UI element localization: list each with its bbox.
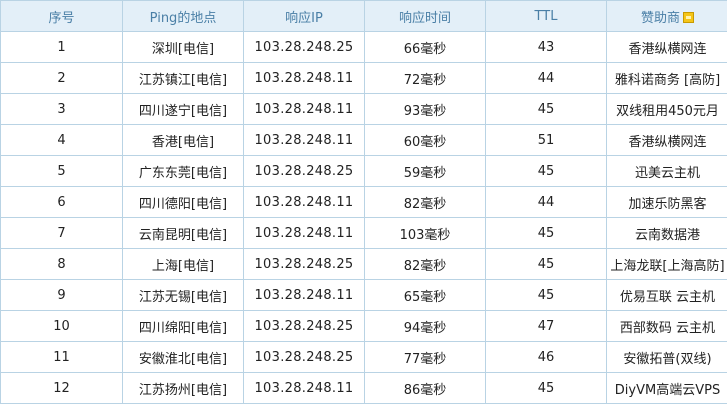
row-sponsor-link[interactable]: 加速乐防黑客 xyxy=(606,186,727,218)
row-response-time: 59毫秒 xyxy=(364,155,486,187)
row-ip: 103.28.248.11 xyxy=(243,186,365,218)
row-location: 深圳[电信] xyxy=(122,31,244,63)
row-location: 四川德阳[电信] xyxy=(122,186,244,218)
row-index: 8 xyxy=(0,248,123,280)
row-index: 9 xyxy=(0,279,123,311)
row-location: 广东东莞[电信] xyxy=(122,155,244,187)
row-ttl: 44 xyxy=(485,62,607,94)
header-sponsor: 赞助商 xyxy=(606,0,727,32)
row-sponsor-link[interactable]: 云南数据港 xyxy=(606,217,727,249)
table-row: 8 上海[电信] 103.28.248.25 82毫秒 45 上海龙联[上海高防] xyxy=(0,248,727,280)
header-ttl: TTL xyxy=(485,0,607,32)
row-sponsor-link[interactable]: 上海龙联[上海高防] xyxy=(606,248,727,280)
info-icon[interactable] xyxy=(683,11,694,23)
row-index: 12 xyxy=(0,372,123,404)
row-ttl: 45 xyxy=(485,155,607,187)
row-response-time: 66毫秒 xyxy=(364,31,486,63)
row-index: 5 xyxy=(0,155,123,187)
row-ip: 103.28.248.25 xyxy=(243,310,365,342)
row-sponsor-link[interactable]: 雅科诺商务 [高防] xyxy=(606,62,727,94)
row-sponsor-link[interactable]: 香港纵横网连 xyxy=(606,124,727,156)
row-index: 2 xyxy=(0,62,123,94)
header-index: 序号 xyxy=(0,0,123,32)
row-ttl: 45 xyxy=(485,372,607,404)
row-sponsor-link[interactable]: DiyVM高端云VPS xyxy=(606,372,727,404)
row-response-time: 60毫秒 xyxy=(364,124,486,156)
table-body: 1 深圳[电信] 103.28.248.25 66毫秒 43 香港纵横网连 2 江苏镇江[电信… xyxy=(0,31,727,404)
table-row: 9 江苏无锡[电信] 103.28.248.11 65毫秒 45 优易互联 云主机 xyxy=(0,279,727,311)
row-location: 四川绵阳[电信] xyxy=(122,310,244,342)
row-location: 安徽淮北[电信] xyxy=(122,341,244,373)
ping-results-table: 序号 Ping的地点 响应IP 响应时间 TTL 赞助商 1 深圳[电信] 103.… xyxy=(0,0,727,404)
row-ttl: 45 xyxy=(485,279,607,311)
row-index: 6 xyxy=(0,186,123,218)
header-location: Ping的地点 xyxy=(122,0,244,32)
row-ip: 103.28.248.11 xyxy=(243,217,365,249)
table-row: 2 江苏镇江[电信] 103.28.248.11 72毫秒 44 雅科诺商务 [高防] xyxy=(0,62,727,94)
row-response-time: 93毫秒 xyxy=(364,93,486,125)
row-response-time: 65毫秒 xyxy=(364,279,486,311)
row-sponsor-link[interactable]: 西部数码 云主机 xyxy=(606,310,727,342)
table-row: 3 四川遂宁[电信] 103.28.248.11 93毫秒 45 双线租用450元月 xyxy=(0,93,727,125)
row-ip: 103.28.248.25 xyxy=(243,341,365,373)
row-location: 江苏镇江[电信] xyxy=(122,62,244,94)
row-response-time: 82毫秒 xyxy=(364,248,486,280)
row-ip: 103.28.248.11 xyxy=(243,93,365,125)
row-sponsor-link[interactable]: 香港纵横网连 xyxy=(606,31,727,63)
header-time: 响应时间 xyxy=(364,0,486,32)
table-row: 11 安徽淮北[电信] 103.28.248.25 77毫秒 46 安徽拓普(双线) xyxy=(0,341,727,373)
row-index: 7 xyxy=(0,217,123,249)
row-location: 四川遂宁[电信] xyxy=(122,93,244,125)
row-index: 3 xyxy=(0,93,123,125)
row-location: 云南昆明[电信] xyxy=(122,217,244,249)
row-response-time: 86毫秒 xyxy=(364,372,486,404)
row-ttl: 45 xyxy=(485,217,607,249)
table-row: 6 四川德阳[电信] 103.28.248.11 82毫秒 44 加速乐防黑客 xyxy=(0,186,727,218)
ping-results-panel: 序号 Ping的地点 响应IP 响应时间 TTL 赞助商 1 深圳[电信] 103.… xyxy=(0,0,727,404)
row-location: 香港[电信] xyxy=(122,124,244,156)
table-row: 12 江苏扬州[电信] 103.28.248.11 86毫秒 45 DiyVM高端云VPS xyxy=(0,372,727,404)
row-ttl: 45 xyxy=(485,248,607,280)
table-header-row: 序号 Ping的地点 响应IP 响应时间 TTL 赞助商 xyxy=(0,0,727,32)
row-ttl: 46 xyxy=(485,341,607,373)
table-row: 7 云南昆明[电信] 103.28.248.11 103毫秒 45 云南数据港 xyxy=(0,217,727,249)
row-ip: 103.28.248.25 xyxy=(243,31,365,63)
row-ip: 103.28.248.11 xyxy=(243,62,365,94)
row-sponsor-link[interactable]: 安徽拓普(双线) xyxy=(606,341,727,373)
row-ip: 103.28.248.11 xyxy=(243,279,365,311)
row-ttl: 47 xyxy=(485,310,607,342)
table-row: 4 香港[电信] 103.28.248.11 60毫秒 51 香港纵横网连 xyxy=(0,124,727,156)
table-row: 10 四川绵阳[电信] 103.28.248.25 94毫秒 47 西部数码 云主机 xyxy=(0,310,727,342)
row-index: 11 xyxy=(0,341,123,373)
row-ip: 103.28.248.25 xyxy=(243,248,365,280)
row-ttl: 43 xyxy=(485,31,607,63)
row-location: 江苏扬州[电信] xyxy=(122,372,244,404)
row-ttl: 51 xyxy=(485,124,607,156)
row-ttl: 45 xyxy=(485,93,607,125)
row-ip: 103.28.248.11 xyxy=(243,372,365,404)
row-sponsor-link[interactable]: 双线租用450元月 xyxy=(606,93,727,125)
row-index: 1 xyxy=(0,31,123,63)
row-ip: 103.28.248.25 xyxy=(243,155,365,187)
row-response-time: 72毫秒 xyxy=(364,62,486,94)
table-row: 1 深圳[电信] 103.28.248.25 66毫秒 43 香港纵横网连 xyxy=(0,31,727,63)
header-sponsor-label: 赞助商 xyxy=(640,10,680,26)
row-response-time: 77毫秒 xyxy=(364,341,486,373)
row-response-time: 103毫秒 xyxy=(364,217,486,249)
row-response-time: 82毫秒 xyxy=(364,186,486,218)
row-index: 4 xyxy=(0,124,123,156)
row-sponsor-link[interactable]: 优易互联 云主机 xyxy=(606,279,727,311)
row-location: 江苏无锡[电信] xyxy=(122,279,244,311)
row-ttl: 44 xyxy=(485,186,607,218)
row-response-time: 94毫秒 xyxy=(364,310,486,342)
row-index: 10 xyxy=(0,310,123,342)
row-sponsor-link[interactable]: 迅美云主机 xyxy=(606,155,727,187)
header-ip: 响应IP xyxy=(243,0,365,32)
row-location: 上海[电信] xyxy=(122,248,244,280)
table-row: 5 广东东莞[电信] 103.28.248.25 59毫秒 45 迅美云主机 xyxy=(0,155,727,187)
row-ip: 103.28.248.11 xyxy=(243,124,365,156)
